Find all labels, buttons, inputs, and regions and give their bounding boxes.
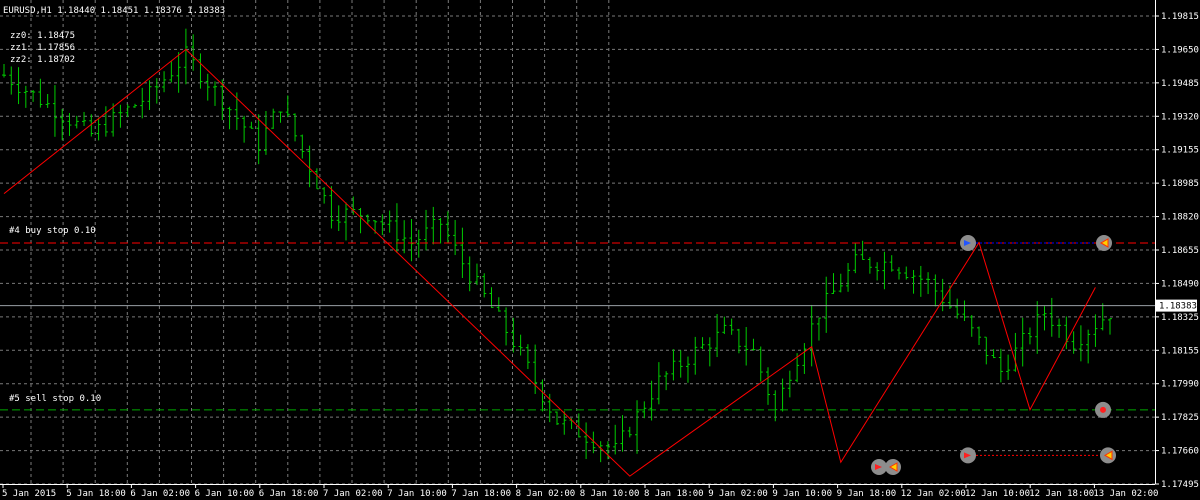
y-tick-label: 1.18490 xyxy=(1161,279,1199,289)
closed-exit-marker[interactable] xyxy=(885,459,901,475)
x-tick-label: 6 Jan 18:00 xyxy=(259,489,319,499)
stop-exit-marker[interactable] xyxy=(1100,447,1116,464)
x-tick-label: 6 Jan 02:00 xyxy=(130,489,190,499)
x-tick-label: 6 Jan 10:00 xyxy=(195,489,255,499)
y-tick-label: 1.19485 xyxy=(1161,79,1199,89)
x-tick-label: 5 Jan 2015 xyxy=(2,489,56,499)
zz0-value: zz0: 1.18475 xyxy=(10,31,76,41)
x-tick-label: 5 Jan 18:00 xyxy=(66,489,126,499)
closed-entry-marker[interactable] xyxy=(871,459,887,475)
zz1-value: zz1: 1.17856 xyxy=(10,43,76,53)
x-tick-label: 12 Jan 18:00 xyxy=(1029,489,1094,499)
sell-stop-label: #5 sell stop 0.10 xyxy=(9,394,102,404)
x-tick-label: 9 Jan 10:00 xyxy=(772,489,832,499)
y-tick-label: 1.17660 xyxy=(1161,447,1199,457)
x-tick-label: 7 Jan 10:00 xyxy=(387,489,447,499)
zz2-value: zz2: 1.18702 xyxy=(10,55,76,65)
close-mark-icon xyxy=(1100,406,1106,413)
x-tick-label: 12 Jan 10:00 xyxy=(965,489,1030,499)
chart-header: EURUSD,H1 1.18440 1.18451 1.18376 1.1838… xyxy=(3,6,225,16)
x-axis-ticks: 5 Jan 2015 5 Jan 18:00 6 Jan 02:00 6 Jan 10… xyxy=(2,484,1158,499)
x-tick-label: 8 Jan 10:00 xyxy=(580,489,640,499)
x-tick-label: 13 Jan 02:00 xyxy=(1093,489,1158,499)
y-tick-label: 1.18155 xyxy=(1161,346,1199,356)
y-axis-ticks: 1.19815 1.19650 1.19485 1.19320 1.19155 1.189… xyxy=(1155,12,1199,490)
price-chart[interactable]: 1.19815 1.19650 1.19485 1.19320 1.19155 1.189… xyxy=(0,0,1200,500)
y-tick-label: 1.19815 xyxy=(1161,12,1199,22)
x-tick-label: 9 Jan 18:00 xyxy=(837,489,897,499)
y-tick-label: 1.18655 xyxy=(1161,246,1199,256)
buy-entry-marker[interactable] xyxy=(960,234,976,251)
stop-entry-marker[interactable] xyxy=(960,447,976,464)
current-price-tag: 1.18383 xyxy=(1156,299,1197,312)
x-tick-label: 7 Jan 18:00 xyxy=(451,489,511,499)
y-tick-label: 1.17990 xyxy=(1161,380,1199,390)
buy-exit-marker[interactable] xyxy=(1096,234,1112,251)
x-tick-label: 12 Jan 02:00 xyxy=(901,489,966,499)
x-tick-label: 8 Jan 18:00 xyxy=(644,489,704,499)
y-tick-label: 1.17825 xyxy=(1161,413,1199,423)
y-tick-label: 1.19650 xyxy=(1161,45,1199,55)
x-tick-label: 8 Jan 02:00 xyxy=(516,489,576,499)
y-tick-label: 1.19320 xyxy=(1161,112,1199,122)
plot-area xyxy=(0,0,1155,484)
price-tag-label: 1.18383 xyxy=(1159,302,1197,312)
x-tick-label: 7 Jan 02:00 xyxy=(323,489,383,499)
y-tick-label: 1.19155 xyxy=(1161,146,1199,156)
y-tick-label: 1.18985 xyxy=(1161,179,1199,189)
y-tick-label: 1.18820 xyxy=(1161,213,1199,223)
y-tick-label: 1.17495 xyxy=(1161,480,1199,490)
buy-stop-label: #4 buy stop 0.10 xyxy=(9,226,96,236)
y-tick-label: 1.18325 xyxy=(1161,313,1199,323)
sell-stop-marker[interactable] xyxy=(1095,401,1111,418)
x-tick-label: 9 Jan 02:00 xyxy=(708,489,768,499)
symbol-label: EURUSD,H1 xyxy=(3,6,52,16)
ohlc-values: 1.18440 1.18451 1.18376 1.18383 xyxy=(57,6,226,16)
